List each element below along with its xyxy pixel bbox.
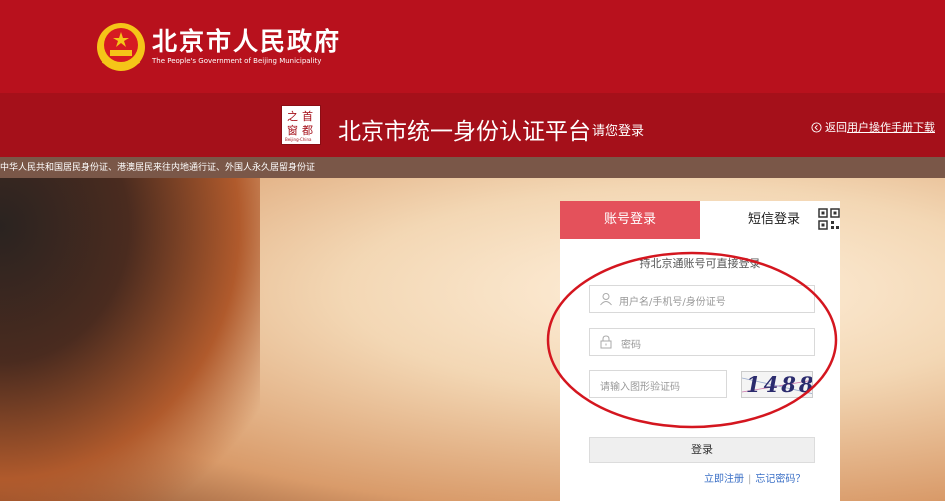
back-link[interactable]: 返回: [811, 119, 847, 135]
qr-code-icon[interactable]: [818, 208, 840, 230]
back-label: 返回: [825, 121, 847, 134]
register-link[interactable]: 立即注册: [704, 474, 744, 485]
platform-logo: 之 首 窗 都 Beijing-China: [281, 105, 321, 145]
logo-char-1: 之: [287, 109, 298, 123]
logo-char-2: 首: [302, 109, 313, 123]
site-title: 北京市人民政府: [152, 27, 342, 56]
tab-sms-label: 短信登录: [748, 212, 801, 227]
hero-roof-image: [0, 178, 260, 501]
forgot-password-link[interactable]: 忘记密码？: [755, 474, 805, 485]
annotation-ellipse: [546, 251, 838, 429]
platform-title: 北京市统一身份认证平台: [338, 119, 591, 145]
user-manual-link[interactable]: 用户操作手册下载: [847, 119, 935, 135]
logo-char-4: 都: [302, 124, 313, 137]
site-subtitle: The People's Government of Beijing Munic…: [152, 57, 322, 65]
logo-char-3: 窗: [287, 123, 298, 137]
national-emblem-icon: [97, 23, 145, 71]
tab-account-login[interactable]: 账号登录: [560, 201, 700, 239]
login-button[interactable]: 登录: [589, 437, 815, 463]
platform-subtitle: 请您登录: [592, 124, 645, 139]
notice-text: 中华人民共和国居民身份证、港澳居民来往内地通行证、外国人永久居留身份证: [0, 163, 316, 173]
logo-caption: Beijing-China: [285, 137, 312, 142]
back-arrow-icon: [811, 121, 822, 133]
account-links: 立即注册 | 忘记密码？: [704, 470, 805, 485]
link-separator: |: [748, 474, 752, 485]
